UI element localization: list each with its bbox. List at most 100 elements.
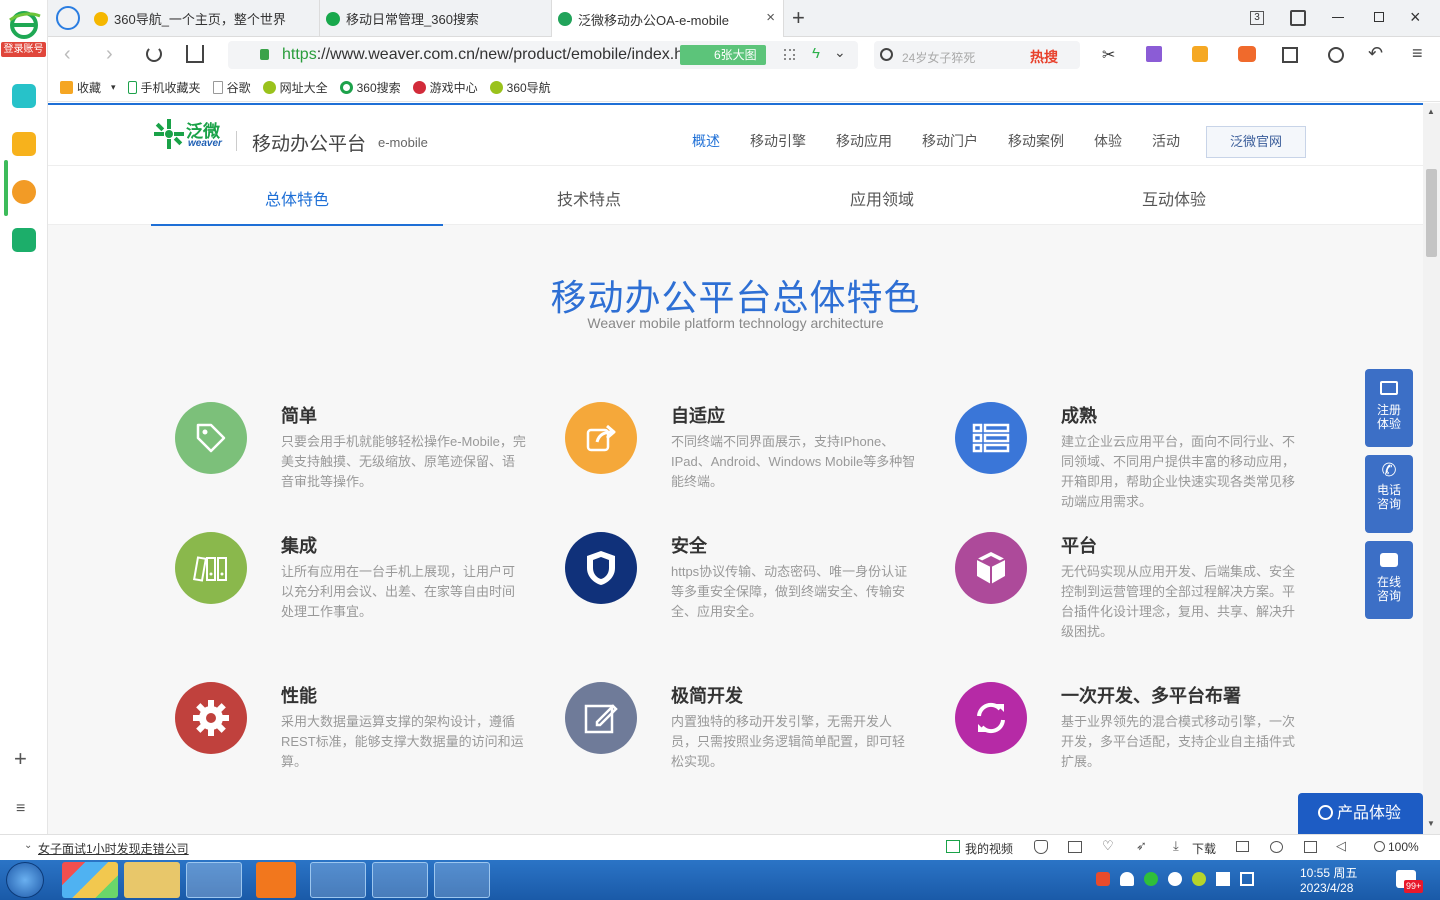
shield-status-icon[interactable] [1034, 840, 1048, 854]
url-rest: ://www.weaver.com.cn/new/product/emobile… [316, 46, 688, 63]
speed-icon[interactable]: ➶ [1136, 838, 1147, 854]
big-image-button[interactable]: 6张大图 [680, 45, 766, 65]
print-icon[interactable] [1236, 841, 1249, 852]
chevron-down-icon[interactable]: ⌄ [834, 44, 846, 61]
shirt-skin-icon[interactable] [1290, 10, 1306, 26]
clock-date[interactable]: 2023/4/28 [1300, 881, 1353, 895]
taskbar-360-browser[interactable] [186, 862, 242, 898]
undo-icon[interactable]: ↶ [1368, 43, 1383, 64]
side-phone-button[interactable]: ✆ 电话咨询 [1365, 455, 1413, 533]
lightning-icon[interactable]: ϟ [812, 45, 820, 62]
bookmark-360search[interactable]: 360搜索 [339, 79, 401, 96]
search-box[interactable]: 24岁女子猝死 热搜 [874, 41, 1080, 69]
bookmark-hao[interactable]: 网址大全 [262, 79, 328, 96]
taskbar-presentation[interactable] [256, 862, 296, 898]
maximize-button[interactable] [1374, 12, 1384, 22]
close-icon[interactable]: × [766, 9, 775, 26]
nav-overview[interactable]: 概述 [692, 131, 720, 151]
weibo-icon[interactable] [12, 180, 36, 204]
tab-count-badge[interactable]: 3 [1250, 11, 1264, 25]
taskbar-wps[interactable] [434, 862, 490, 898]
cleanup-icon[interactable] [1270, 841, 1283, 853]
mail-icon[interactable] [12, 228, 36, 252]
tab-interactive-trial[interactable]: 互动体验 [1028, 186, 1320, 210]
feature-icon-circle [175, 682, 247, 754]
chevron-down-icon[interactable]: ⌄ [24, 840, 32, 851]
new-tab-button[interactable]: + [792, 5, 805, 31]
taskbar-file-explorer[interactable] [124, 862, 180, 898]
chevron-down-icon: ▾ [111, 82, 116, 92]
weaver-logo[interactable]: 泛微 weaver [152, 117, 228, 153]
download-link[interactable]: 下载 [1192, 840, 1216, 857]
nav-arrow-icon[interactable] [56, 6, 80, 30]
news-ticker[interactable]: 女子面试1小时发现走错公司 [38, 840, 189, 857]
search-input[interactable]: 24岁女子猝死 [902, 49, 975, 66]
tab-weaver[interactable]: 泛微移动办公OA-e-mobile × [552, 0, 784, 38]
tab-tech-features[interactable]: 技术特点 [443, 186, 735, 210]
grid-icon[interactable] [784, 49, 795, 60]
main-menu-icon[interactable]: ≡ [1412, 43, 1423, 64]
nav-portal[interactable]: 移动门户 [922, 131, 978, 151]
bookmark-mobile[interactable]: 手机收藏夹 [127, 79, 201, 96]
nav-events[interactable]: 活动 [1152, 131, 1180, 151]
taskbar-app-tiles[interactable] [62, 862, 118, 898]
star-app-icon[interactable] [12, 132, 36, 156]
side-chat-button[interactable]: 在线咨询 [1365, 541, 1413, 619]
nav-cases[interactable]: 移动案例 [1008, 131, 1064, 151]
forward-icon[interactable]: › [106, 43, 113, 66]
brightness-icon[interactable] [1328, 47, 1344, 63]
zoom-icon[interactable] [1374, 841, 1385, 852]
nav-apps[interactable]: 移动应用 [836, 131, 892, 151]
back-icon[interactable]: ‹ [64, 43, 71, 66]
volume-icon[interactable]: ◁ [1336, 838, 1346, 854]
download-icon[interactable]: ⤓ [1173, 838, 1179, 854]
image-icon[interactable] [1068, 841, 1082, 853]
window-close-button[interactable]: × [1410, 7, 1421, 28]
add-icon[interactable]: + [14, 746, 27, 772]
bookmark-favorites[interactable]: 收藏 ▾ [60, 79, 116, 96]
home-icon[interactable] [186, 45, 204, 63]
browser-logo[interactable] [6, 10, 42, 46]
game-icon[interactable] [1238, 46, 1256, 62]
translate-icon[interactable] [1146, 46, 1162, 62]
official-site-button[interactable]: 泛微官网 [1206, 126, 1306, 158]
start-button[interactable] [6, 862, 44, 898]
hot-search-label[interactable]: 热搜 [1030, 47, 1058, 67]
refresh-icon[interactable] [146, 46, 162, 62]
product-trial-button[interactable]: 产品体验 [1298, 793, 1423, 834]
nav-trial[interactable]: 体验 [1094, 131, 1122, 151]
plus-app-icon[interactable] [12, 84, 36, 108]
scroll-up-arrow[interactable]: ▲ [1427, 107, 1435, 116]
tab-360-search[interactable]: 移动日常管理_360搜索 [320, 0, 552, 37]
side-label: 电话咨询 [1376, 483, 1401, 511]
scissors-icon[interactable]: ✂ [1102, 45, 1115, 65]
tab-application-fields[interactable]: 应用领域 [736, 186, 1028, 210]
heart-icon[interactable]: ♡ [1102, 838, 1114, 854]
tab-360-nav[interactable]: 360导航_一个主页，整个世界 [88, 0, 320, 37]
window-icon[interactable] [1304, 841, 1317, 853]
login-badge[interactable]: 登录账号 [1, 42, 46, 57]
minimize-button[interactable] [1332, 17, 1344, 18]
tray-icons[interactable] [1096, 872, 1266, 888]
scroll-down-arrow[interactable]: ▼ [1427, 819, 1435, 828]
clock-time[interactable]: 10:55 周五 [1300, 864, 1357, 881]
scroll-thumb[interactable] [1426, 169, 1437, 257]
my-video-link[interactable]: 我的视频 [965, 840, 1013, 857]
search-icon [880, 48, 893, 61]
zoom-level[interactable]: 100% [1388, 840, 1419, 854]
taskbar-folder[interactable] [372, 862, 428, 898]
apps-grid-icon[interactable] [1282, 47, 1298, 63]
tab-overall-features[interactable]: 总体特色 [151, 186, 443, 210]
url-bar[interactable]: https://www.weaver.com.cn/new/product/em… [228, 41, 858, 69]
nav-engine[interactable]: 移动引擎 [750, 131, 806, 151]
page-scrollbar[interactable]: ▲ ▼ [1423, 103, 1440, 834]
coupon-icon[interactable] [1192, 46, 1208, 62]
bookmark-game[interactable]: 游戏中心 [412, 79, 478, 96]
bookmark-label: 谷歌 [226, 81, 251, 95]
bookmark-google[interactable]: 谷歌 [212, 79, 251, 96]
bookmark-360nav[interactable]: 360导航 [489, 79, 551, 96]
taskbar-phone-app[interactable] [310, 862, 366, 898]
menu-list-icon[interactable]: ≡ [16, 800, 25, 818]
bookmark-label: 360导航 [506, 81, 551, 95]
side-register-trial-button[interactable]: 注册体验 [1365, 369, 1413, 447]
